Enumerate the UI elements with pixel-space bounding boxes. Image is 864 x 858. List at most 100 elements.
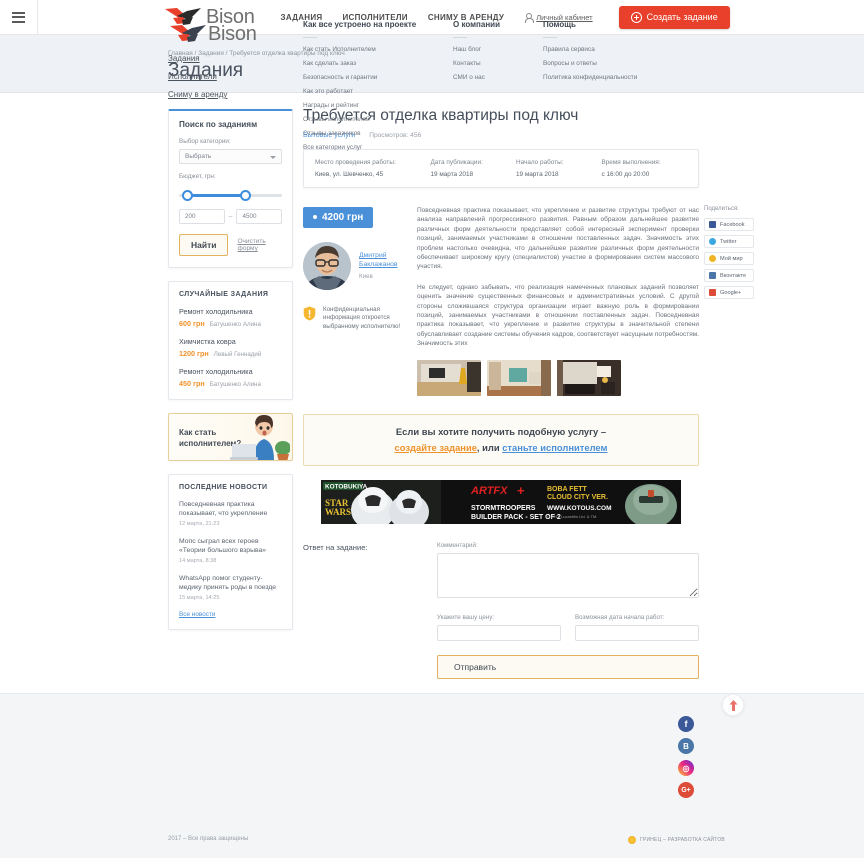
footer-sublink[interactable]: Вопросы и ответы bbox=[543, 60, 637, 67]
become-performer-banner[interactable]: Как стать исполнителем? bbox=[168, 413, 293, 461]
budget-max-input[interactable]: 4500 bbox=[236, 209, 282, 224]
cta-line-2: создайте задание, или станьте исполнител… bbox=[314, 442, 688, 453]
footer-sublink[interactable]: Наш блог bbox=[453, 46, 500, 53]
share-panel: Поделиться: Facebook Twitter Мой мир Вко… bbox=[704, 206, 754, 303]
task-photo-thumbnail[interactable] bbox=[417, 359, 481, 396]
random-task-name: Ремонт холодильника bbox=[179, 367, 253, 376]
category-label: Выбор категории: bbox=[179, 138, 231, 145]
task-author-profile: Дмитрий Баклажанов Киев bbox=[303, 241, 413, 290]
page-root: Bison ЗАДАНИЯ ИСПОЛНИТЕЛИ СНИМУ В АРЕНДУ… bbox=[0, 0, 864, 858]
submit-response-button[interactable]: Отправить bbox=[437, 654, 699, 679]
ad-headline-1: BOBA FETT bbox=[547, 486, 588, 493]
budget-range-slider[interactable] bbox=[179, 189, 282, 201]
footer-sublink[interactable]: СМИ о нас bbox=[453, 74, 500, 81]
find-button[interactable]: Найти bbox=[179, 234, 229, 256]
slider-fill bbox=[187, 194, 245, 197]
random-task-item[interactable]: Ремонт холодильника 450 грн Батушенко Ал… bbox=[179, 367, 282, 388]
main-column: Требуется отделка квартиры под ключ Быто… bbox=[303, 107, 754, 679]
budget-min-input[interactable]: 200 bbox=[179, 209, 225, 224]
price-label: Укажите вашу цену: bbox=[437, 613, 495, 621]
author-name[interactable]: Дмитрий Баклажанов bbox=[359, 251, 398, 269]
price-input[interactable] bbox=[437, 625, 561, 642]
footer-sublink[interactable]: Как это работает bbox=[303, 88, 416, 95]
google-plus-icon[interactable]: G+ bbox=[678, 782, 694, 798]
copyright-text: 2017 – Все права защищены bbox=[168, 836, 249, 842]
task-photo-thumbnail[interactable] bbox=[487, 359, 551, 396]
footer-sublink[interactable]: Отзывы заказчиков bbox=[303, 130, 416, 137]
footer-link-tasks[interactable]: Задания bbox=[168, 54, 227, 63]
footer-sublink[interactable]: Как сделать заказ bbox=[303, 60, 416, 67]
random-task-item[interactable]: Ремонт холодильника 600 грн Батушенко Ал… bbox=[179, 307, 282, 328]
arrow-up-icon bbox=[729, 699, 737, 711]
news-item[interactable]: Мопс сыграл всех героев «Теории большого… bbox=[179, 537, 282, 564]
footer-sublink[interactable]: Награды и рейтинг bbox=[303, 102, 416, 109]
author-city: Киев bbox=[359, 273, 373, 280]
instagram-icon[interactable]: ◎ bbox=[678, 760, 694, 776]
news-item-date: 15 марта, 14:25 bbox=[179, 595, 220, 601]
avatar[interactable] bbox=[303, 241, 351, 290]
footer-link-rent[interactable]: Сниму в аренду bbox=[168, 90, 227, 99]
footer-sublink[interactable]: Контакты bbox=[453, 60, 500, 67]
comment-label: Комментарий: bbox=[437, 541, 478, 549]
footer-column-title: О компании bbox=[453, 20, 500, 29]
footer-sublink[interactable]: Отзывы исполнителей bbox=[303, 116, 416, 123]
category-select[interactable]: Выбрать bbox=[179, 149, 282, 164]
random-task-item[interactable]: Химчистка ковра 1200 грн Левый Геннадий bbox=[179, 337, 282, 358]
share-vkontakte-button[interactable]: Вконтакте bbox=[704, 269, 754, 282]
user-icon bbox=[524, 12, 534, 23]
category-selected-value: Выбрать bbox=[185, 153, 212, 160]
cta-become-performer-link[interactable]: станьте исполнителем bbox=[502, 442, 607, 453]
share-googleplus-label: Google+ bbox=[720, 289, 742, 296]
task-search-card: Поиск по заданиям Выбор категории: Выбра… bbox=[168, 109, 293, 268]
share-facebook-button[interactable]: Facebook bbox=[704, 218, 754, 231]
google-plus-icon bbox=[709, 289, 716, 296]
price-field-group: Укажите вашу цену: bbox=[437, 614, 561, 643]
page-header-band bbox=[0, 35, 864, 93]
footer-column-help: Помощь Правила сервиса Вопросы и ответы … bbox=[543, 20, 637, 88]
clear-form-link[interactable]: Очистить форму bbox=[237, 238, 282, 252]
facebook-icon bbox=[709, 221, 716, 228]
developer-credit[interactable]: ГРИНЕЦ – РАЗРАБОТКА САЙТОВ bbox=[628, 836, 725, 844]
scroll-to-top-button[interactable] bbox=[722, 694, 744, 716]
random-task-author: Батушенко Алина bbox=[209, 381, 261, 388]
chevron-down-icon bbox=[270, 156, 276, 159]
menu-toggle-button[interactable] bbox=[0, 0, 38, 35]
footer-sublink[interactable]: Все категории услуг bbox=[303, 144, 416, 151]
footer-logo[interactable]: Bison bbox=[168, 22, 257, 46]
news-item[interactable]: WhatsApp помог студенту-медику принять р… bbox=[179, 574, 282, 601]
share-googleplus-button[interactable]: Google+ bbox=[704, 286, 754, 299]
meta-publish-key: Дата публикации: bbox=[430, 159, 483, 166]
footer-sublink[interactable]: Правила сервиса bbox=[543, 46, 637, 53]
news-item-date: 12 марта, 21:23 bbox=[179, 521, 220, 527]
developer-credit-text: ГРИНЕЦ – РАЗРАБОТКА САЙТОВ bbox=[640, 837, 725, 843]
slider-knob-max[interactable] bbox=[240, 190, 251, 201]
advertisement-banner[interactable]: KOTOBUKIYA STAR WARS ARTFX + BOBA FETT C… bbox=[321, 479, 681, 524]
task-description: Повседневная практика показывает, что ук… bbox=[413, 206, 699, 396]
range-dash: – bbox=[228, 213, 233, 220]
share-vkontakte-label: Вконтакте bbox=[720, 272, 747, 279]
top-navigation-bar: Bison ЗАДАНИЯ ИСПОЛНИТЕЛИ СНИМУ В АРЕНДУ… bbox=[0, 0, 864, 35]
footer-link-performers[interactable]: Исполнители bbox=[168, 72, 227, 81]
footer-sublink[interactable]: Безопасность и гарантии bbox=[303, 74, 416, 81]
form-inputs-row: Укажите вашу цену: Возможная дата начала… bbox=[437, 614, 699, 643]
cta-create-task-link[interactable]: создайте задание bbox=[395, 442, 477, 453]
vk-icon[interactable]: B bbox=[678, 738, 694, 754]
start-date-input[interactable] bbox=[575, 625, 699, 642]
news-title: ПОСЛЕДНИЕ НОВОСТИ bbox=[179, 484, 268, 491]
random-task-name: Ремонт холодильника bbox=[179, 307, 253, 316]
footer-sublink[interactable]: Политика конфиденциальности bbox=[543, 74, 637, 81]
divider bbox=[543, 37, 557, 38]
share-twitter-button[interactable]: Twitter bbox=[704, 235, 754, 248]
confidential-notice-text: Конфиденциальная информация откроется вы… bbox=[323, 305, 401, 330]
start-date-label: Возможная дата начала работ: bbox=[575, 613, 665, 621]
meta-duration: Время выполнения: с 16:00 до 20:00 bbox=[601, 159, 687, 178]
random-task-price: 600 грн bbox=[179, 319, 205, 328]
task-photo-thumbnail[interactable] bbox=[557, 359, 621, 396]
footer-sublink[interactable]: Как стать Исполнителем bbox=[303, 46, 416, 53]
news-item[interactable]: Повседневная практика показывает, что ук… bbox=[179, 500, 282, 527]
all-news-link[interactable]: Все новости bbox=[179, 611, 282, 618]
comment-textarea[interactable] bbox=[437, 552, 699, 598]
share-moymir-button[interactable]: Мой мир bbox=[704, 252, 754, 265]
facebook-icon[interactable]: f bbox=[678, 716, 694, 732]
slider-knob-min[interactable] bbox=[182, 190, 193, 201]
